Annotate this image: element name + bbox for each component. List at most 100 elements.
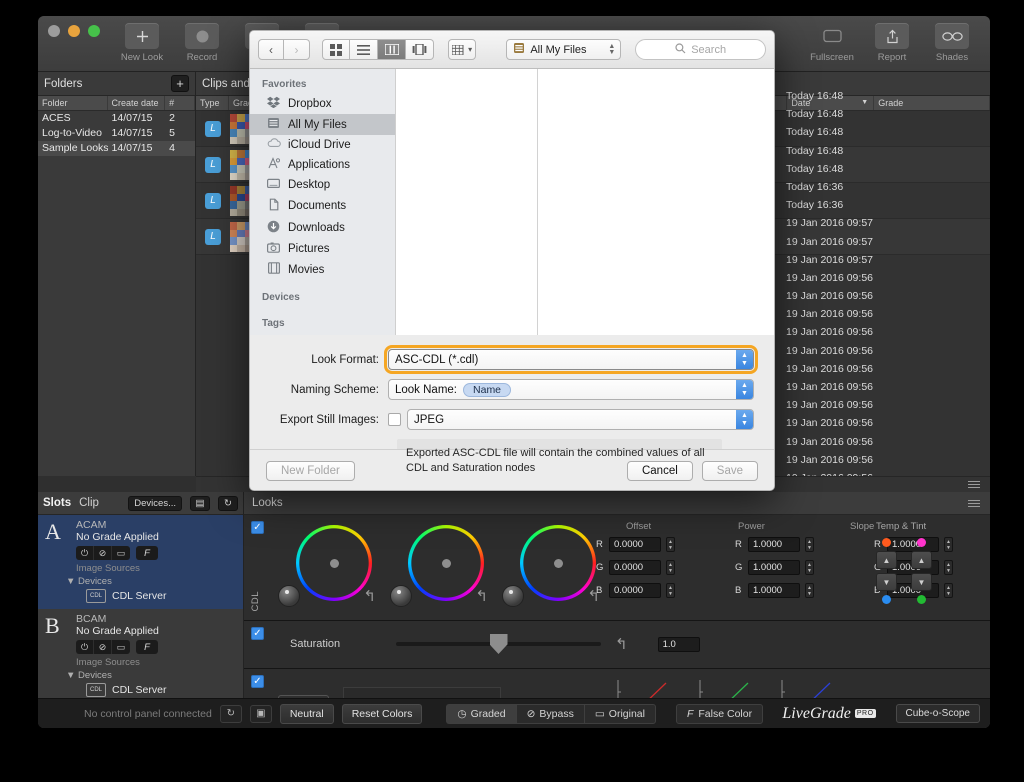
cancel-button[interactable]: Cancel (626, 460, 693, 481)
temp-down-button[interactable]: ▼ (876, 573, 897, 591)
power-knob[interactable] (390, 585, 412, 607)
power-r-field[interactable]: 1.0000 (748, 537, 800, 552)
neutral-button[interactable]: Neutral (279, 703, 334, 724)
bypass-icon[interactable]: ⊘ (94, 546, 112, 560)
toolbar-record[interactable]: Record (174, 20, 230, 63)
view-mode-bypass[interactable]: ⊘ Bypass (515, 703, 584, 724)
bypass-icon[interactable]: ⊘ (94, 640, 112, 654)
tab-looks[interactable]: Looks (252, 497, 283, 509)
slope-knob[interactable] (502, 585, 524, 607)
table-row[interactable]: Sample Looks 14/07/15 4 (38, 141, 195, 156)
power-b-field[interactable]: 1.0000 (748, 583, 800, 598)
look-format-select[interactable]: ASC-CDL (*.cdl) ▲ ▼ (384, 345, 758, 374)
toolbar-fullscreen[interactable]: Fullscreen (804, 20, 860, 63)
saturation-slider-thumb[interactable] (489, 634, 508, 654)
power-g-stepper[interactable]: ▲ ▼ (805, 560, 814, 575)
saturation-slider[interactable] (396, 634, 601, 654)
camera-icon[interactable]: ▭ (112, 546, 130, 560)
refresh-icon[interactable]: ↻ (218, 495, 238, 511)
sidebar-item-documents[interactable]: Documents (250, 195, 395, 217)
save-button[interactable]: Save (701, 460, 758, 481)
add-folder-button[interactable]: + (171, 75, 189, 92)
temp-up-button[interactable]: ▲ (876, 551, 897, 569)
tab-slots[interactable]: Slots (43, 497, 71, 509)
list-view-button[interactable] (350, 39, 378, 60)
offset-b-field[interactable]: 0.0000 (609, 583, 661, 598)
sidebar-item-desktop[interactable]: Desktop (250, 175, 395, 195)
folders-col-name[interactable]: Folder (38, 96, 108, 110)
devices-button[interactable]: Devices... (128, 495, 182, 511)
control-panel-icon[interactable]: ▣ (249, 704, 272, 723)
offset-knob[interactable] (278, 585, 300, 607)
power-color-wheel[interactable] (408, 525, 484, 601)
tint-down-button[interactable]: ▼ (911, 573, 932, 591)
power-b-stepper[interactable]: ▲ ▼ (805, 583, 814, 598)
offset-color-wheel[interactable] (296, 525, 372, 601)
false-color-button[interactable]: F False Color (675, 703, 764, 724)
saturation-enable-checkbox[interactable]: ✓ (251, 627, 264, 640)
table-row[interactable]: Log-to-Video 14/07/15 5 (38, 126, 195, 141)
reset-arrow-icon[interactable]: ↰ (475, 587, 488, 605)
offset-r-field[interactable]: 0.0000 (609, 537, 661, 552)
power-icon[interactable]: ⏻ (76, 640, 94, 654)
options-menu-icon[interactable] (968, 481, 980, 490)
close-button[interactable] (48, 25, 60, 37)
new-folder-button[interactable]: New Folder (266, 460, 355, 481)
cube-o-scope-button[interactable]: Cube-o-Scope (895, 704, 980, 723)
export-still-format-select[interactable]: JPEG ▲ ▼ (407, 409, 754, 430)
view-mode-graded[interactable]: ◷ Graded (446, 703, 516, 724)
chevron-left-icon[interactable]: ‹ (258, 39, 284, 60)
clips-col-type[interactable]: Type (196, 96, 230, 110)
device-row[interactable]: CDL CDL Server (86, 589, 243, 603)
reset-colors-button[interactable]: Reset Colors (341, 703, 423, 724)
location-popup-button[interactable]: All My Files ▲ ▼ (506, 39, 622, 60)
maximize-button[interactable] (88, 25, 100, 37)
wheel-handle[interactable] (553, 558, 563, 568)
sidebar-item-applications[interactable]: Applications (250, 154, 395, 175)
power-wheel-unit[interactable]: ↰ (390, 521, 490, 617)
naming-scheme-token[interactable]: Name (463, 382, 512, 397)
sidebar-item-movies[interactable]: Movies (250, 259, 395, 280)
folders-col-date[interactable]: Create date (108, 96, 166, 110)
file-browser-column-2[interactable] (538, 69, 774, 335)
gallery-view-button[interactable] (406, 39, 434, 60)
slot-toggle-group[interactable]: ⏻ ⊘ ▭ (76, 546, 130, 560)
offset-g-field[interactable]: 0.0000 (609, 560, 661, 575)
chevron-right-icon[interactable]: › (284, 39, 310, 60)
offset-r-stepper[interactable]: ▲ ▼ (666, 537, 675, 552)
tab-clip[interactable]: Clip (79, 497, 99, 509)
sidebar-item-pictures[interactable]: Pictures (250, 239, 395, 259)
cdl-enable-checkbox[interactable]: ✓ (251, 521, 264, 534)
grading-options-menu-icon[interactable] (968, 500, 980, 509)
search-input[interactable]: Search (635, 39, 766, 60)
power-g-field[interactable]: 1.0000 (748, 560, 800, 575)
file-browser-column-1[interactable] (396, 69, 538, 335)
sidebar-item-icloud-drive[interactable]: iCloud Drive (250, 135, 395, 154)
list-icon[interactable]: ▤ (190, 495, 210, 511)
folders-col-count[interactable]: # (165, 96, 195, 110)
arrange-icon[interactable]: ▾ (448, 39, 477, 60)
sidebar-item-dropbox[interactable]: Dropbox (250, 93, 395, 114)
minimize-button[interactable] (68, 25, 80, 37)
table-row[interactable]: ACES 14/07/15 2 (38, 111, 195, 126)
naming-scheme-select[interactable]: Look Name: Name ▲ ▼ (388, 379, 754, 400)
device-row[interactable]: CDL CDL Server (86, 683, 243, 697)
slope-color-wheel[interactable] (520, 525, 596, 601)
slot-a[interactable]: A ACAM No Grade Applied ⏻ ⊘ ▭ F Image So… (38, 515, 243, 609)
false-color-toggle[interactable]: F (136, 546, 158, 560)
sidebar-item-downloads[interactable]: Downloads (250, 217, 395, 239)
view-mode-original[interactable]: ▭ Original (583, 703, 656, 724)
slot-b[interactable]: B BCAM No Grade Applied ⏻ ⊘ ▭ F Image So… (38, 609, 243, 698)
offset-wheel-unit[interactable]: ↰ (278, 521, 378, 617)
saturation-value-field[interactable]: 1.0 (657, 636, 700, 652)
false-color-toggle[interactable]: F (136, 640, 158, 654)
export-still-checkbox[interactable] (388, 413, 401, 426)
toolbar-report[interactable]: Report (864, 20, 920, 63)
offset-g-stepper[interactable]: ▲ ▼ (666, 560, 675, 575)
wheel-handle[interactable] (441, 558, 451, 568)
offset-b-stepper[interactable]: ▲ ▼ (666, 583, 675, 598)
toolbar-shades[interactable]: Shades (924, 20, 980, 63)
reset-arrow-icon[interactable]: ↰ (363, 587, 376, 605)
reset-arrow-icon[interactable]: ↰ (615, 635, 628, 653)
slope-wheel-unit[interactable]: ↰ (502, 521, 602, 617)
